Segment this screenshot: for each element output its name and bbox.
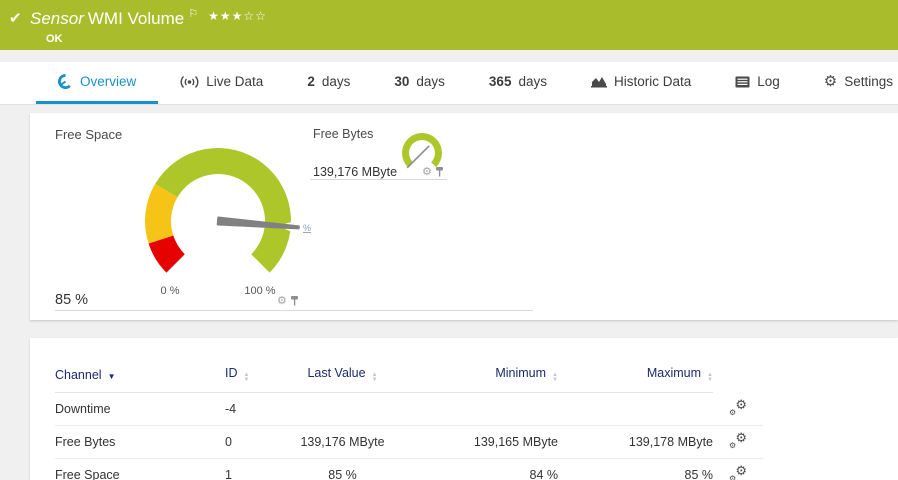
cell-last-value: 139,176 MByte <box>285 425 400 459</box>
sort-toggle-icon[interactable]: ▲ ▼ <box>244 372 250 383</box>
tab-label: Live Data <box>206 74 264 89</box>
tab-number: 2 <box>307 74 315 89</box>
column-header-id[interactable]: ID ▲ ▼ <box>225 356 285 393</box>
tab-historic-data[interactable]: Historic Data <box>569 62 713 104</box>
gauge-min-label: 0 % <box>160 285 180 297</box>
column-header-channel[interactable]: Channel ▼ <box>55 356 225 393</box>
cell-id: -4 <box>225 392 285 426</box>
historic-data-icon <box>590 75 607 88</box>
overview-panel: Free Space % 0 % 100 % 85 % ⚙ Free Bytes… <box>30 113 898 320</box>
cell-maximum: 139,178 MByte <box>558 425 713 459</box>
cell-maximum <box>558 392 713 426</box>
cell-channel: Free Bytes <box>55 425 225 459</box>
tab-30-days[interactable]: 30 days <box>372 62 467 104</box>
tab-bar: Overview Live Data 2 days 30 days 365 da… <box>0 62 898 105</box>
table-row-free-bytes[interactable]: Free Bytes 0 139,176 MByte 139,165 MByte… <box>55 425 763 459</box>
channels-table-header: Channel ▼ ID ▲ ▼ Last Value ▲ ▼ Minimum ▲ ▼ Maximum… <box>55 356 763 393</box>
tab-settings[interactable]: ⚙ Settings <box>802 62 898 104</box>
cell-maximum: 85 % <box>558 458 713 480</box>
channel-settings-gears-icon[interactable]: ⚙ ⚙ <box>729 398 747 417</box>
tab-label: days <box>518 74 547 89</box>
cell-minimum: 139,165 MByte <box>400 425 558 459</box>
tab-live-data[interactable]: Live Data <box>158 62 285 104</box>
cell-last-value <box>285 392 400 426</box>
channel-settings-gears-icon[interactable]: ⚙ ⚙ <box>729 431 747 450</box>
status-badge: OK <box>46 33 63 45</box>
column-header-max[interactable]: Maximum ▲ ▼ <box>558 356 713 393</box>
free-space-gauge-title: Free Space <box>55 127 123 142</box>
cell-channel: Downtime <box>55 392 225 426</box>
column-header-min[interactable]: Minimum ▲ ▼ <box>400 356 558 393</box>
channel-settings-gears-icon[interactable]: ⚙ ⚙ <box>729 464 747 480</box>
cell-channel: Free Space <box>55 458 225 480</box>
sensor-type-label: Sensor <box>30 9 84 28</box>
widget-pin-icon[interactable] <box>435 166 444 178</box>
tab-number: 365 <box>488 74 512 89</box>
free-bytes-gauge-title: Free Bytes <box>313 127 374 141</box>
flag-icon[interactable]: ⚐ <box>188 8 198 20</box>
sort-toggle-icon[interactable]: ▲ ▼ <box>552 372 558 383</box>
cell-id: 0 <box>225 425 285 459</box>
widget-gear-icon[interactable]: ⚙ <box>422 166 432 178</box>
cell-last-value: 85 % <box>285 458 400 480</box>
svg-text:%: % <box>303 223 311 233</box>
cell-minimum: 84 % <box>400 458 558 480</box>
widget-pin-icon[interactable] <box>290 295 299 307</box>
tab-label: Historic Data <box>613 74 692 89</box>
tab-number: 30 <box>394 74 410 89</box>
tab-label: Settings <box>844 74 894 89</box>
gauge-widget-actions: ⚙ <box>277 295 299 307</box>
settings-gear-icon: ⚙ <box>823 73 838 90</box>
channels-panel: Channel ▼ ID ▲ ▼ Last Value ▲ ▼ Minimum ▲ ▼ Maximum… <box>30 338 898 480</box>
free-space-gauge[interactable]: % <box>115 129 335 301</box>
free-bytes-current-value: 139,176 MByte <box>313 165 398 179</box>
cell-minimum <box>400 392 558 426</box>
sort-toggle-icon[interactable]: ▲ ▼ <box>372 372 378 383</box>
tab-label: Overview <box>80 74 137 89</box>
tab-365-days[interactable]: 365 days <box>467 62 569 104</box>
gauge-icon <box>58 74 73 89</box>
tab-label: Log <box>757 74 780 89</box>
tab-label: days <box>416 74 445 89</box>
channels-table: Channel ▼ ID ▲ ▼ Last Value ▲ ▼ Minimum ▲ ▼ Maximum… <box>55 356 763 480</box>
tab-overview[interactable]: Overview <box>36 62 159 104</box>
status-check-icon: ✔ <box>9 10 22 27</box>
mini-widget-divider <box>310 179 447 180</box>
live-data-icon <box>180 75 199 89</box>
prtg-sensor-page: ✔ Sensor WMI Volume ⚐ ★★★☆☆ OK Overview Liv… <box>0 0 898 480</box>
tab-label: days <box>321 74 351 89</box>
mini-widget-actions: ⚙ <box>422 166 444 178</box>
free-space-current-value: 85 % <box>55 292 89 308</box>
sensor-header: ✔ Sensor WMI Volume ⚐ ★★★☆☆ OK <box>0 0 898 50</box>
sort-desc-icon[interactable]: ▼ <box>108 372 116 381</box>
widget-gear-icon[interactable]: ⚙ <box>277 295 287 307</box>
column-header-last[interactable]: Last Value ▲ ▼ <box>285 356 400 393</box>
cell-id: 1 <box>225 458 285 480</box>
page-title: WMI Volume <box>87 9 185 28</box>
log-icon <box>735 76 750 88</box>
table-row-free-space[interactable]: Free Space 1 85 % 84 % 85 % ⚙ ⚙ <box>55 458 763 480</box>
gauge-row-divider <box>55 310 533 311</box>
tab-log[interactable]: Log <box>713 62 802 104</box>
priority-stars[interactable]: ★★★☆☆ <box>208 9 267 23</box>
sort-toggle-icon[interactable]: ▲ ▼ <box>707 372 713 383</box>
tab-2-days[interactable]: 2 days <box>285 62 372 104</box>
table-row-downtime[interactable]: Downtime -4 ⚙ ⚙ <box>55 392 763 426</box>
